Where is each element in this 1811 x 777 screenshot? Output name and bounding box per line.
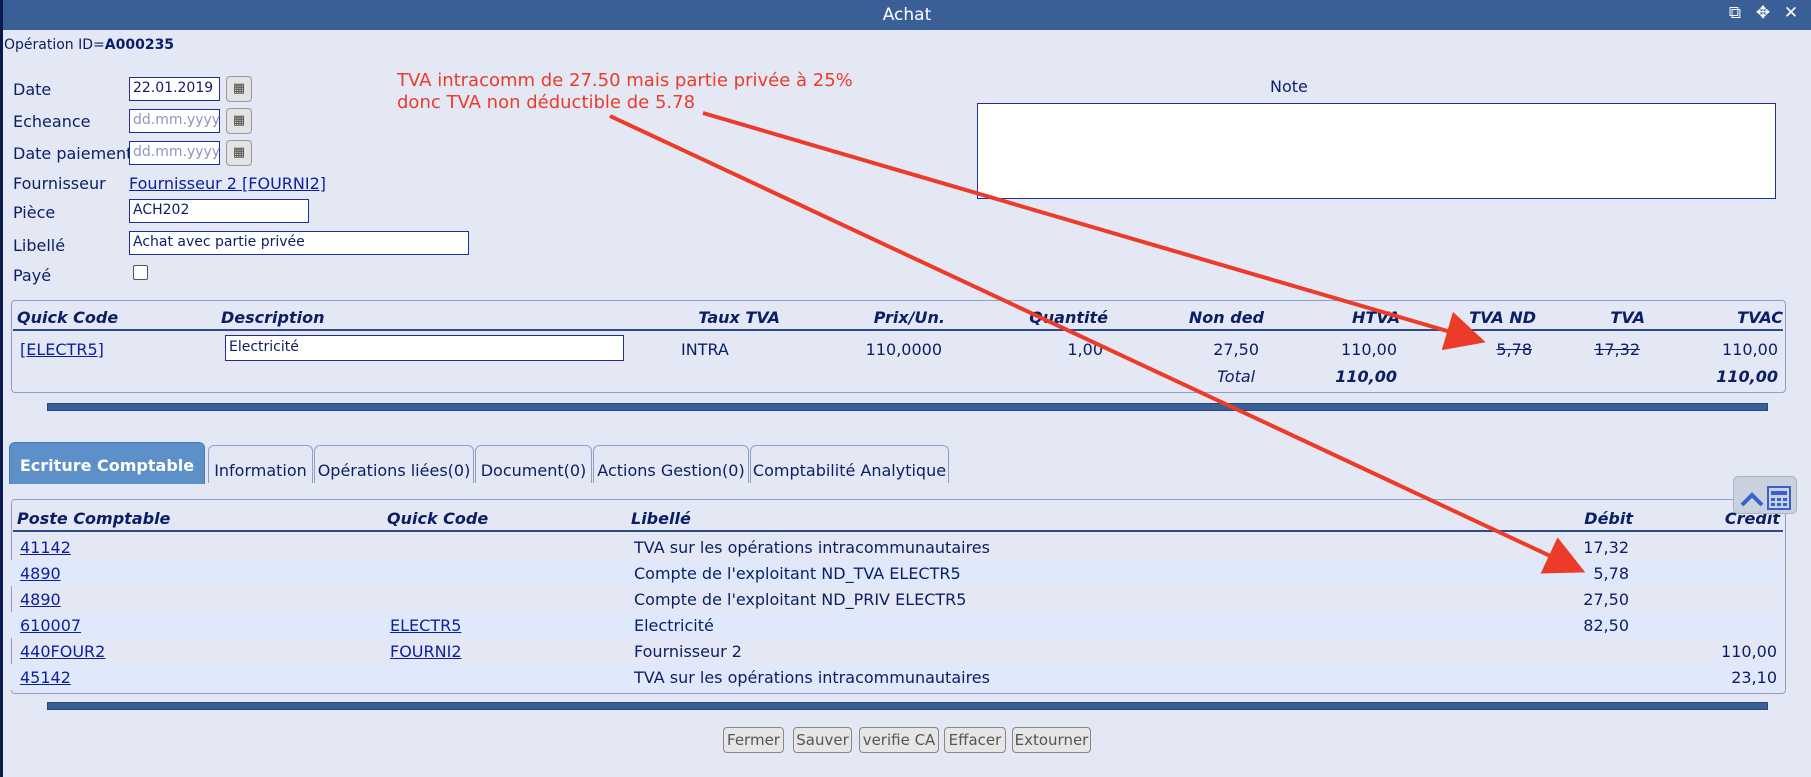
annotation-arrows bbox=[609, 111, 1586, 574]
arrow-to-tva-nd bbox=[702, 111, 1486, 351]
arrow-to-debit bbox=[609, 114, 1586, 574]
